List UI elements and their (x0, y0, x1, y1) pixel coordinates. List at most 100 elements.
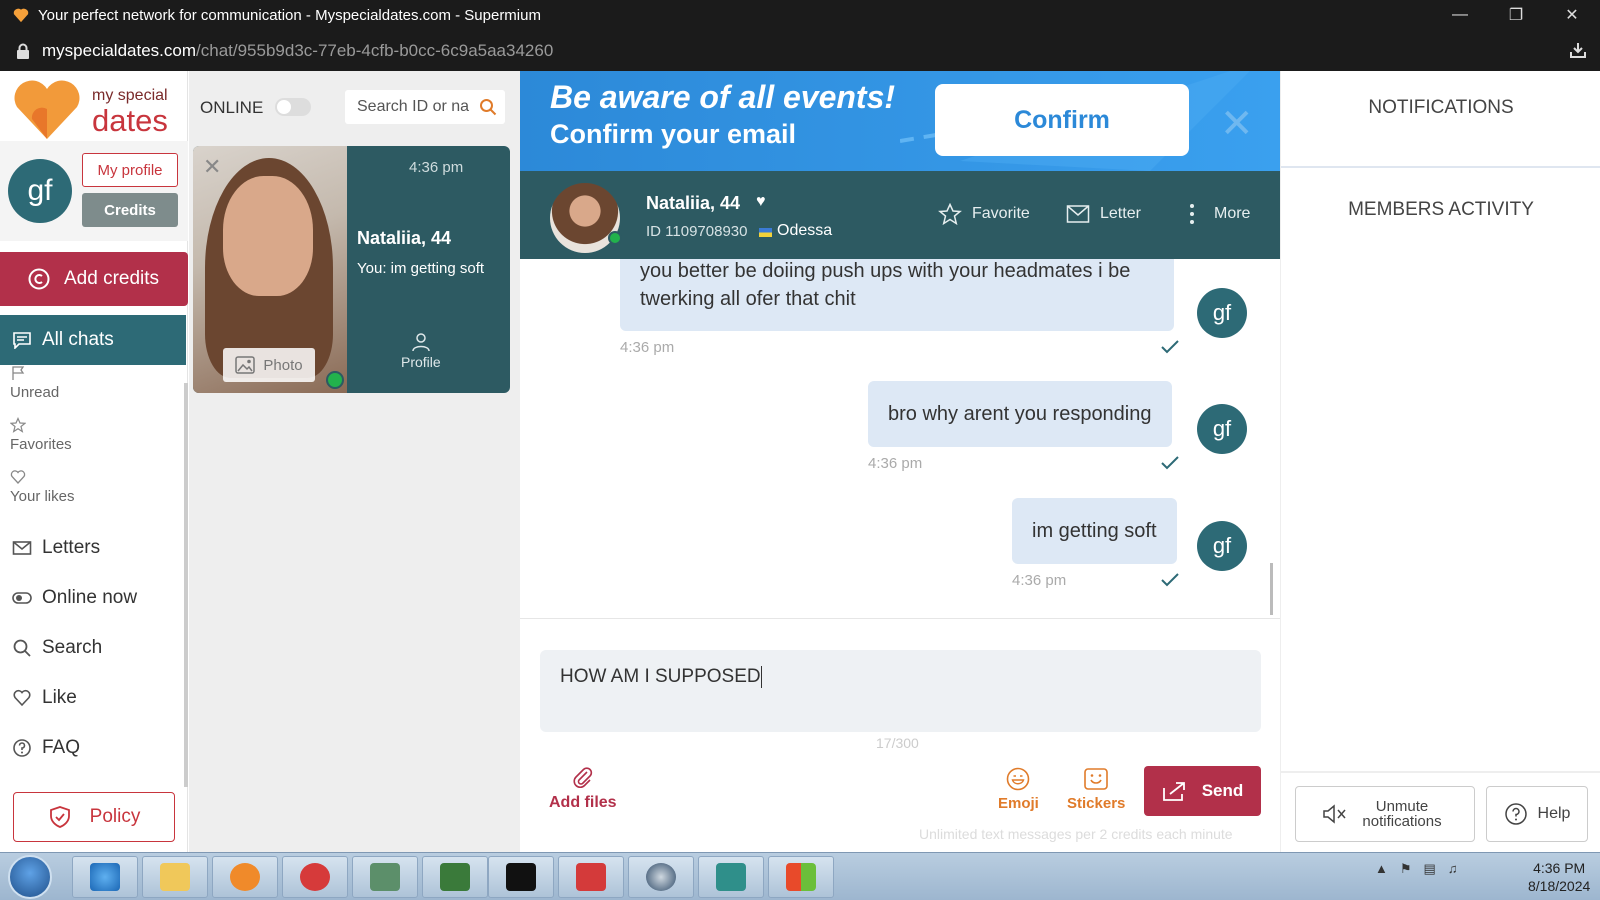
message-time: 4:36 pm (868, 455, 923, 472)
nav-all-chats[interactable]: All chats (0, 315, 186, 365)
char-counter: 17/300 (876, 735, 919, 751)
taskbar-browser-icon[interactable] (628, 856, 694, 898)
add-files-label: Add files (549, 794, 617, 811)
nav-unread[interactable]: Unread (10, 365, 59, 401)
taskbar-explorer-icon[interactable] (142, 856, 208, 898)
tray-volume-icon[interactable]: ♫ (1448, 861, 1458, 877)
more-button[interactable]: More (1180, 203, 1250, 225)
send-icon (1162, 782, 1185, 801)
taskbar-terminal-icon[interactable] (488, 856, 554, 898)
message-avatar: gf (1197, 288, 1247, 338)
nav-favorites[interactable]: Favorites (10, 417, 72, 453)
profile-button[interactable]: Profile (401, 332, 441, 370)
sticker-icon (1084, 768, 1108, 790)
help-circle-icon (1504, 803, 1527, 825)
search-placeholder: Search ID or na (357, 98, 470, 115)
search-input[interactable]: Search ID or na (345, 90, 505, 124)
online-toggle[interactable] (275, 98, 311, 116)
credits-button[interactable]: Credits (82, 193, 178, 227)
restore-icon[interactable]: ❐ (1488, 0, 1544, 30)
letter-button[interactable]: Letter (1066, 203, 1141, 225)
shield-icon (49, 806, 70, 828)
right-panel-divider (1281, 771, 1600, 773)
minimize-icon[interactable]: — (1432, 0, 1488, 30)
photo-button[interactable]: Photo (223, 348, 315, 382)
banner-close-icon[interactable]: ✕ (1220, 101, 1254, 147)
user-avatar[interactable]: gf (8, 159, 72, 223)
send-button[interactable]: Send (1144, 766, 1261, 816)
policy-label: Policy (89, 806, 141, 827)
url-path: /chat/955b9d3c-77eb-4cfb-b0cc-6c9a5aa342… (196, 40, 554, 60)
flag-icon (759, 228, 772, 237)
chat-card-time: 4:36 pm (409, 159, 464, 176)
nav-search[interactable]: Search (12, 637, 102, 659)
message-input[interactable]: HOW AM I SUPPOSED (540, 650, 1261, 732)
search-icon (13, 639, 31, 657)
heart-icon[interactable]: ♥ (756, 193, 766, 211)
taskbar-toolbox-icon[interactable] (558, 856, 624, 898)
nav-letters-label: Letters (42, 537, 101, 558)
message-time: 4:36 pm (1012, 572, 1067, 589)
nav-like[interactable]: Like (12, 687, 77, 709)
chat-card[interactable]: ✕ Photo 4:36 pm Nataliia, 44 You: im get… (193, 146, 510, 393)
online-filter-label: ONLINE (200, 98, 264, 117)
tray-flag-icon[interactable]: ⚑ (1400, 861, 1412, 877)
profile-button-label: Profile (401, 354, 441, 370)
unmute-notifications-button[interactable]: Unmute notifications (1295, 786, 1475, 842)
policy-button[interactable]: Policy (13, 792, 175, 842)
nav-letters[interactable]: Letters (12, 537, 100, 559)
message-bubble: im getting soft (1012, 498, 1177, 564)
messages-scrollbar[interactable] (1270, 563, 1273, 615)
taskbar-monitor-icon[interactable] (422, 856, 488, 898)
search-icon[interactable] (479, 98, 497, 116)
nav-online-now[interactable]: Online now (12, 587, 137, 609)
notifications-title[interactable]: NOTIFICATIONS (1281, 97, 1600, 119)
add-files-button[interactable]: Add files (549, 766, 617, 812)
partner-name[interactable]: Nataliia, 44 (646, 193, 740, 214)
close-icon[interactable]: ✕ (203, 154, 221, 180)
chat-bubble-icon (13, 332, 31, 349)
banner-subline: Confirm your email (550, 119, 797, 149)
star-icon (938, 203, 962, 225)
url-host: myspecialdates.com (42, 40, 197, 60)
taskbar-window-icon[interactable] (352, 856, 418, 898)
tray-network-icon[interactable]: ▤ (1424, 861, 1436, 877)
nav-all-chats-label: All chats (42, 329, 114, 350)
emoji-button[interactable]: Emoji (998, 767, 1039, 812)
stickers-button[interactable]: Stickers (1067, 767, 1125, 812)
emoji-label: Emoji (998, 795, 1039, 812)
taskbar-media-icon[interactable] (212, 856, 278, 898)
address-bar[interactable]: myspecialdates.com/chat/955b9d3c-77eb-4c… (0, 30, 1600, 71)
photo-button-label: Photo (263, 356, 303, 374)
add-credits-button[interactable]: Add credits (0, 252, 188, 306)
close-window-icon[interactable]: ✕ (1544, 0, 1600, 30)
my-profile-button[interactable]: My profile (82, 153, 178, 187)
favorite-button[interactable]: Favorite (938, 203, 1030, 225)
confirm-email-banner: Be aware of all events! Confirm your ema… (520, 71, 1280, 171)
window-title: Your perfect network for communication -… (38, 6, 541, 24)
taskbar-clock[interactable]: 4:36 PM 8/18/2024 (1528, 859, 1590, 895)
members-activity-title[interactable]: MEMBERS ACTIVITY (1281, 199, 1600, 221)
nav-faq[interactable]: FAQ (12, 737, 80, 759)
taskbar-d-app-icon[interactable] (282, 856, 348, 898)
pricing-footnote: Unlimited text messages per 2 credits ea… (919, 826, 1233, 842)
system-tray[interactable]: ▲ ⚑ ▤ ♫ (1375, 861, 1458, 877)
download-icon[interactable] (1568, 40, 1588, 60)
nav-your-likes[interactable]: Your likes (10, 469, 74, 505)
site-logo[interactable]: my special dates (12, 77, 182, 139)
confirm-email-button[interactable]: Confirm (935, 84, 1189, 156)
message-time: 4:36 pm (620, 339, 675, 356)
speaker-muted-icon (1323, 804, 1346, 824)
send-label: Send (1201, 781, 1244, 800)
sidebar-scrollbar[interactable] (184, 383, 188, 787)
tray-arrow-icon[interactable]: ▲ (1375, 861, 1388, 877)
logo-line2: dates (92, 103, 168, 138)
taskbar-windows-flag-icon[interactable] (768, 856, 834, 898)
partner-city: Odessa (777, 222, 833, 239)
person-icon (412, 333, 430, 352)
taskbar-ie-icon[interactable] (72, 856, 138, 898)
start-button[interactable] (8, 855, 52, 899)
help-button[interactable]: Help (1486, 786, 1588, 842)
left-sidebar: my special dates gf My profile Credits A… (0, 71, 188, 852)
taskbar-cubes-icon[interactable] (698, 856, 764, 898)
